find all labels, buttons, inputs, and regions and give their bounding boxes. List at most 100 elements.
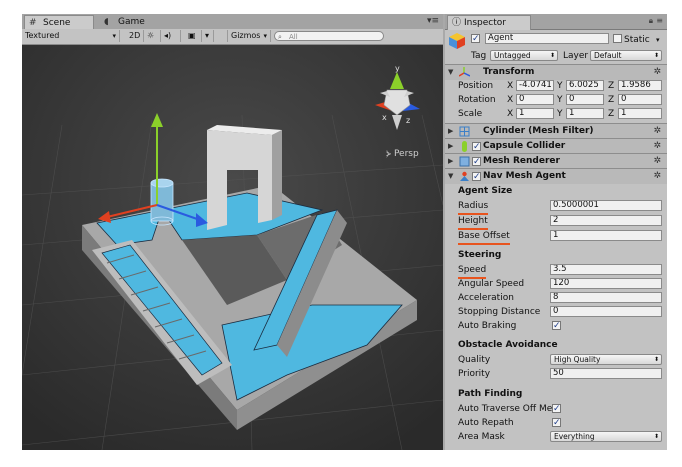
auto-braking-checkbox[interactable] xyxy=(552,319,561,333)
height-label: Height xyxy=(458,214,488,230)
acceleration-field[interactable]: 8 xyxy=(550,292,662,303)
gear-icon[interactable]: ✲ xyxy=(653,65,661,80)
layer-dropdown[interactable]: Default xyxy=(590,50,662,61)
tab-scene[interactable]: # Scene xyxy=(24,15,94,30)
lighting-toggle-button[interactable]: ☼ xyxy=(144,30,161,42)
capsule-collider-header[interactable]: ▶ Capsule Collider ✲ xyxy=(445,138,667,155)
gear-icon[interactable]: ✲ xyxy=(653,124,661,139)
angular-speed-field[interactable]: 120 xyxy=(550,278,662,289)
agent-size-header: Agent Size xyxy=(458,186,513,196)
scale-y-axis-label: Y xyxy=(557,109,563,119)
rotation-y-field[interactable]: 0 xyxy=(566,94,604,105)
chevron-down-icon: ▾ xyxy=(205,31,210,40)
panel-menu-icon[interactable]: ▾≡ xyxy=(427,16,439,26)
shading-mode-dropdown[interactable]: Textured xyxy=(22,30,120,42)
area-mask-dropdown[interactable]: Everything xyxy=(550,431,662,442)
auto-traverse-checkbox[interactable] xyxy=(552,402,561,416)
scene-panel: # Scene ◖ Game ▾≡ Textured 2D ☼ ◂) xyxy=(21,14,444,451)
priority-label: Priority xyxy=(458,369,491,379)
game-controller-icon: ◖ xyxy=(104,17,109,27)
active-checkbox[interactable] xyxy=(471,32,480,46)
nav-mesh-agent-enabled-checkbox[interactable] xyxy=(472,170,481,185)
speed-field[interactable]: 3.5 xyxy=(550,264,662,275)
gizmos-label: Gizmos xyxy=(231,31,261,40)
scene-tab-bar: # Scene ◖ Game ▾≡ xyxy=(22,14,443,30)
gear-icon[interactable]: ✲ xyxy=(653,169,661,184)
foldout-closed-icon: ▶ xyxy=(448,157,454,165)
transform-title: Transform xyxy=(483,67,535,77)
base-offset-field[interactable]: 1 xyxy=(550,230,662,241)
tag-dropdown[interactable]: Untagged xyxy=(490,50,558,61)
path-finding-header: Path Finding xyxy=(458,389,523,399)
gear-icon[interactable]: ✲ xyxy=(653,154,661,169)
tab-game[interactable]: ◖ Game xyxy=(100,15,168,29)
mesh-filter-header[interactable]: ▶ Cylinder (Mesh Filter) ✲ xyxy=(445,123,667,139)
gameobject-cube-icon xyxy=(449,33,465,49)
inspector-panel: ⓘ Inspector 🔒︎ ≡ Agent Static ▾ Tag Unta… xyxy=(445,14,667,450)
gizmo-x-label: x xyxy=(382,113,387,122)
transform-axes-icon xyxy=(459,67,470,77)
height-row: Height 2 xyxy=(445,214,667,230)
info-icon: ⓘ xyxy=(452,18,462,28)
position-x-field[interactable]: -4.0741 xyxy=(516,80,554,91)
tag-label: Tag xyxy=(471,51,487,61)
nav-mesh-agent-icon xyxy=(460,171,469,181)
gizmo-y-label: y xyxy=(395,64,400,73)
effects-toggle-button[interactable]: ▣ xyxy=(185,30,202,42)
scene-search-input[interactable]: ⌕ All xyxy=(274,31,384,41)
height-field[interactable]: 2 xyxy=(550,215,662,226)
quality-label: Quality xyxy=(458,355,491,365)
tag-layer-row: Tag Untagged Layer Default xyxy=(445,49,667,63)
projection-label[interactable]: ⦔ Persp xyxy=(386,149,419,159)
tab-inspector[interactable]: ⓘ Inspector xyxy=(447,15,531,30)
gizmos-dropdown[interactable]: Gizmos xyxy=(227,30,271,42)
mesh-renderer-enabled-checkbox[interactable] xyxy=(472,155,481,170)
auto-traverse-row: Auto Traverse Off Mes xyxy=(445,402,667,416)
auto-braking-row: Auto Braking xyxy=(445,319,667,333)
tab-inspector-label: Inspector xyxy=(464,18,506,28)
panel-menu-icon[interactable]: ≡ xyxy=(656,16,663,25)
effects-dropdown-button[interactable]: ▾ xyxy=(202,30,214,42)
mesh-renderer-header[interactable]: ▶ Mesh Renderer ✲ xyxy=(445,153,667,170)
scale-x-field[interactable]: 1 xyxy=(516,108,554,119)
area-mask-row: Area Mask Everything xyxy=(445,430,667,444)
position-z-field[interactable]: 1.9586 xyxy=(618,80,662,91)
image-icon: ▣ xyxy=(188,31,196,40)
scale-z-field[interactable]: 1 xyxy=(618,108,662,119)
scene-viewport[interactable]: x z y ⦔ Persp xyxy=(21,45,444,451)
layer-label: Layer xyxy=(563,51,589,61)
audio-toggle-button[interactable]: ◂) xyxy=(161,30,181,42)
angular-speed-row: Angular Speed 120 xyxy=(445,277,667,291)
object-name-field[interactable]: Agent xyxy=(485,33,609,44)
agent-cylinder[interactable] xyxy=(150,178,174,226)
gear-icon[interactable]: ✲ xyxy=(653,139,661,154)
capsule-collider-enabled-checkbox[interactable] xyxy=(472,140,481,155)
shading-mode-label: Textured xyxy=(25,31,60,40)
pos-y-axis-label: Y xyxy=(557,81,563,91)
stopping-distance-field[interactable]: 0 xyxy=(550,306,662,317)
scale-y-field[interactable]: 1 xyxy=(566,108,604,119)
foldout-open-icon: ▼ xyxy=(448,68,454,76)
priority-row: Priority 50 xyxy=(445,367,667,381)
radius-label: Radius xyxy=(458,199,489,215)
priority-field[interactable]: 50 xyxy=(550,368,662,379)
position-y-field[interactable]: 6.0025 xyxy=(566,80,604,91)
nav-mesh-agent-title: Nav Mesh Agent xyxy=(483,171,566,181)
transform-header[interactable]: ▼ Transform ✲ xyxy=(445,64,667,80)
radius-field[interactable]: 0.5000001 xyxy=(550,200,662,211)
static-checkbox[interactable] xyxy=(613,34,622,43)
quality-row: Quality High Quality xyxy=(445,353,667,367)
gizmo-z-label: z xyxy=(406,116,410,125)
rotation-z-field[interactable]: 0 xyxy=(618,94,662,105)
lock-icon[interactable]: 🔒︎ xyxy=(649,16,653,26)
persp-icon: ⦔ xyxy=(386,149,392,159)
auto-repath-checkbox[interactable] xyxy=(552,416,561,430)
nav-mesh-agent-header[interactable]: ▼ Nav Mesh Agent ✲ xyxy=(445,168,667,185)
static-dropdown-icon[interactable]: ▾ xyxy=(656,33,660,47)
angular-speed-label: Angular Speed xyxy=(458,279,525,289)
base-offset-row: Base Offset 1 xyxy=(445,229,667,245)
2d-toggle-button[interactable]: 2D xyxy=(126,30,144,42)
quality-dropdown[interactable]: High Quality xyxy=(550,354,662,365)
capsule-collider-icon xyxy=(462,141,467,152)
rotation-x-field[interactable]: 0 xyxy=(516,94,554,105)
